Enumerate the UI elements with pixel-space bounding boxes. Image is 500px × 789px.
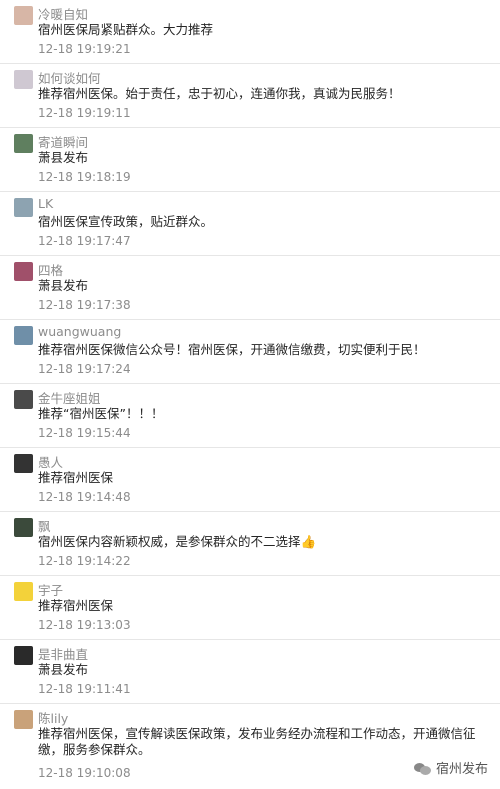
commenter-name[interactable]: 寄道瞬间: [38, 132, 88, 151]
commenter-name[interactable]: 如何谈如何: [38, 68, 101, 87]
avatar[interactable]: [14, 70, 33, 89]
comment-time: 12-18 19:19:11: [38, 106, 131, 120]
comment-text: 推荐宿州医保微信公众号！宿州医保，开通微信缴费，切实便利于民！: [38, 342, 426, 357]
commenter-name[interactable]: 宇子: [38, 580, 63, 599]
avatar[interactable]: [14, 582, 33, 601]
commenter-name[interactable]: 金牛座姐姐: [38, 388, 101, 407]
avatar[interactable]: [14, 6, 33, 25]
watermark: 宿州发布: [413, 758, 488, 777]
commenter-name[interactable]: LK: [38, 196, 53, 211]
commenter-name[interactable]: 是非曲直: [38, 644, 88, 663]
commenter-name[interactable]: wuangwuang: [38, 324, 121, 339]
comment-text: 萧县发布: [38, 150, 89, 165]
comment-time: 12-18 19:17:38: [38, 298, 131, 312]
commenter-name[interactable]: 陈lily: [38, 708, 68, 727]
comment-item: LK 宿州医保宣传政策，贴近群众。 12-18 19:17:47: [0, 192, 500, 256]
avatar[interactable]: [14, 518, 33, 537]
comment-text: 推荐宿州医保，宣传解读医保政策，发布业务经办流程和工作动态，开通微信征缴，服务参…: [38, 726, 476, 757]
comment-time: 12-18 19:14:22: [38, 554, 131, 568]
comment-time: 12-18 19:14:48: [38, 490, 131, 504]
avatar[interactable]: [14, 262, 33, 281]
comment-item: 金牛座姐姐 推荐“宿州医保”！！！ 12-18 19:15:44: [0, 384, 500, 448]
watermark-text: 宿州发布: [435, 762, 488, 777]
comment-item: 飘宿州医保内容新颖权威，是参保群众的不二选择👍 12-18 19:14:22: [0, 512, 500, 576]
avatar[interactable]: [14, 390, 33, 409]
comment-item: 愚人 推荐宿州医保 12-18 19:14:48: [0, 448, 500, 512]
comment-item: 是非曲直 萧县发布 12-18 19:11:41: [0, 640, 500, 704]
comment-item: 宇子 推荐宿州医保 12-18 19:13:03: [0, 576, 500, 640]
comment-text: 萧县发布: [38, 278, 89, 293]
avatar[interactable]: [14, 134, 33, 153]
comment-text: 推荐宿州医保: [38, 470, 114, 485]
commenter-name[interactable]: 飘: [38, 516, 51, 535]
comment-time: 12-18 19:18:19: [38, 170, 131, 184]
avatar[interactable]: [14, 326, 33, 345]
comment-list: 冷暖自知 宿州医保局紧贴群众。大力推荐 12-18 19:19:21 如何谈如何 推荐宿…: [0, 0, 500, 788]
comment-item: 寄道瞬间 萧县发布 12-18 19:18:19: [0, 128, 500, 192]
commenter-name[interactable]: 愚人: [38, 452, 63, 471]
avatar[interactable]: [14, 710, 33, 729]
comment-time: 12-18 19:19:21: [38, 42, 131, 56]
comment-time: 12-18 19:15:44: [38, 426, 131, 440]
comment-item: 如何谈如何 推荐宿州医保。始于责任，忠于初心，连通你我，真诚为民服务！ 12-18 …: [0, 64, 500, 128]
comment-item: wuangwuang 推荐宿州医保微信公众号！宿州医保，开通微信缴费，切实便利于民…: [0, 320, 500, 384]
comment-time: 12-18 19:17:47: [38, 234, 131, 248]
avatar[interactable]: [14, 646, 33, 665]
comment-text: 推荐“宿州医保”！！！: [38, 406, 164, 421]
comment-text: 推荐宿州医保: [38, 598, 114, 613]
comment-time: 12-18 19:10:08: [38, 766, 131, 780]
comment-text: 推荐宿州医保。始于责任，忠于初心，连通你我，真诚为民服务！: [38, 86, 401, 101]
comment-text: 宿州医保宣传政策，贴近群众。: [38, 214, 214, 229]
wechat-icon: [413, 761, 432, 775]
commenter-name[interactable]: 四格: [38, 260, 63, 279]
comment-item: 四格 萧县发布 12-18 19:17:38: [0, 256, 500, 320]
comment-time: 12-18 19:17:24: [38, 362, 131, 376]
avatar[interactable]: [14, 198, 33, 217]
comment-text: 宿州医保局紧贴群众。大力推荐: [38, 22, 214, 37]
comment-time: 12-18 19:11:41: [38, 682, 131, 696]
comment-time: 12-18 19:13:03: [38, 618, 131, 632]
comment-text: 宿州医保内容新颖权威，是参保群众的不二选择👍: [38, 534, 317, 549]
comment-item: 冷暖自知 宿州医保局紧贴群众。大力推荐 12-18 19:19:21: [0, 0, 500, 64]
avatar[interactable]: [14, 454, 33, 473]
comment-text: 萧县发布: [38, 662, 89, 677]
commenter-name[interactable]: 冷暖自知: [38, 4, 88, 23]
